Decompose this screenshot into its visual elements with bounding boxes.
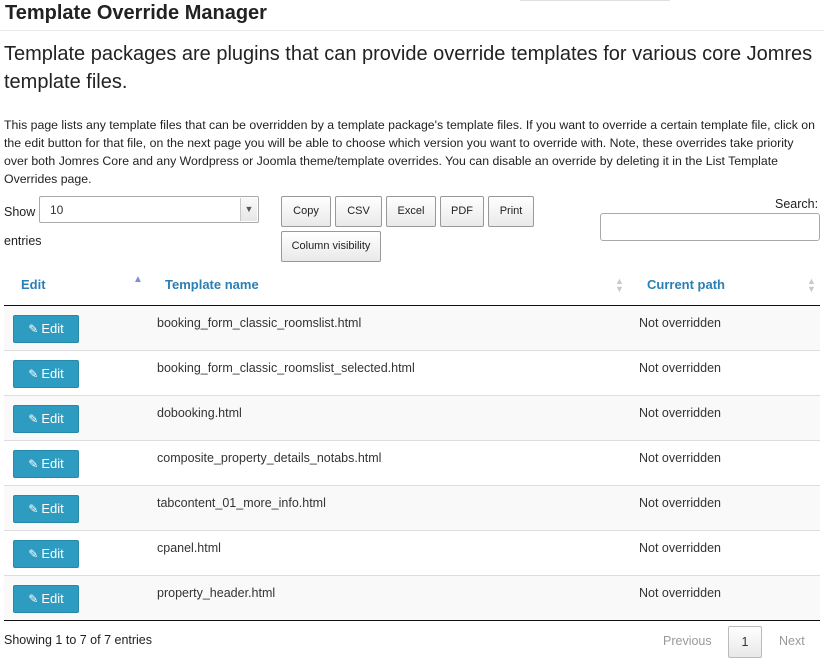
search-input[interactable]: [600, 213, 820, 241]
pencil-square-icon: ✎: [28, 412, 39, 426]
edit-button-label: Edit: [41, 411, 64, 426]
table-row: ✎ Edit booking_form_classic_roomslist_sel…: [4, 351, 820, 396]
edit-button[interactable]: ✎ Edit: [13, 540, 79, 568]
table-row: ✎ Edit composite_property_details_notabs.…: [4, 441, 820, 486]
pencil-square-icon: ✎: [28, 502, 39, 516]
table-bottom-border: [4, 620, 820, 621]
edit-button-label: Edit: [41, 366, 64, 381]
column-header-current-path[interactable]: Current path: [647, 277, 725, 292]
pencil-square-icon: ✎: [28, 367, 39, 381]
pagination-page-1[interactable]: 1: [728, 626, 762, 658]
edit-button-label: Edit: [41, 591, 64, 606]
edit-button[interactable]: ✎ Edit: [13, 585, 79, 613]
page-description: This page lists any template files that …: [4, 118, 815, 186]
table-header: Edit ▲ Template name ▲ ▼ Current path ▲ ▼: [4, 268, 820, 306]
table-row: ✎ Edit cpanel.html Not overridden: [4, 531, 820, 576]
template-name: composite_property_details_notabs.html: [157, 451, 382, 465]
page-length-value: 10: [50, 203, 64, 217]
edit-button-label: Edit: [41, 321, 64, 336]
pagination-next[interactable]: Next: [779, 634, 805, 648]
title-divider: [0, 30, 824, 31]
chevron-down-icon: ▼: [240, 198, 257, 221]
edit-button-label: Edit: [41, 501, 64, 516]
edit-button[interactable]: ✎ Edit: [13, 360, 79, 388]
template-name: booking_form_classic_roomslist_selected.…: [157, 361, 415, 375]
top-divider: [520, 0, 670, 1]
template-name: booking_form_classic_roomslist.html: [157, 316, 362, 330]
current-path: Not overridden: [639, 361, 721, 375]
current-path: Not overridden: [639, 586, 721, 600]
sort-both-icon: ▲ ▼: [807, 276, 816, 294]
table-row: ✎ Edit booking_form_classic_roomslist.htm…: [4, 306, 820, 351]
edit-button[interactable]: ✎ Edit: [13, 405, 79, 433]
print-button[interactable]: Print: [488, 196, 534, 227]
edit-button[interactable]: ✎ Edit: [13, 495, 79, 523]
csv-button[interactable]: CSV: [335, 196, 382, 227]
current-path: Not overridden: [639, 496, 721, 510]
edit-button[interactable]: ✎ Edit: [13, 450, 79, 478]
column-header-template-name[interactable]: Template name: [165, 277, 259, 292]
table-info: Showing 1 to 7 of 7 entries: [4, 633, 153, 647]
current-path: Not overridden: [639, 406, 721, 420]
copy-button[interactable]: Copy: [281, 196, 331, 227]
table-row: ✎ Edit tabcontent_01_more_info.html Not o…: [4, 486, 820, 531]
sort-both-icon: ▲ ▼: [615, 276, 624, 294]
pdf-button[interactable]: PDF: [440, 196, 484, 227]
page-length-select[interactable]: 10 ▼: [39, 196, 259, 223]
table-row: ✎ Edit dobooking.html Not overridden: [4, 396, 820, 441]
template-name: tabcontent_01_more_info.html: [157, 496, 326, 510]
edit-button[interactable]: ✎ Edit: [13, 315, 79, 343]
current-path: Not overridden: [639, 316, 721, 330]
pencil-square-icon: ✎: [28, 457, 39, 471]
template-name: property_header.html: [157, 586, 276, 600]
search-label: Search:: [775, 197, 819, 211]
excel-button[interactable]: Excel: [386, 196, 436, 227]
pagination-previous[interactable]: Previous: [663, 634, 712, 648]
page-title: Template Override Manager: [5, 2, 267, 24]
pencil-square-icon: ✎: [28, 547, 39, 561]
pencil-square-icon: ✎: [28, 592, 39, 606]
page-lead: Template packages are plugins that can p…: [4, 43, 813, 93]
current-path: Not overridden: [639, 541, 721, 555]
column-header-edit[interactable]: Edit: [21, 277, 46, 292]
entries-label: entries: [4, 234, 42, 248]
sort-ascending-icon: ▲: [133, 274, 143, 285]
edit-button-label: Edit: [41, 546, 64, 561]
column-visibility-button[interactable]: Column visibility: [281, 231, 381, 262]
show-label: Show: [4, 205, 36, 219]
template-name: dobooking.html: [157, 406, 242, 420]
current-path: Not overridden: [639, 451, 721, 465]
table-row: ✎ Edit property_header.html Not overridde…: [4, 576, 820, 621]
pencil-square-icon: ✎: [28, 322, 39, 336]
edit-button-label: Edit: [41, 456, 64, 471]
template-name: cpanel.html: [157, 541, 221, 555]
